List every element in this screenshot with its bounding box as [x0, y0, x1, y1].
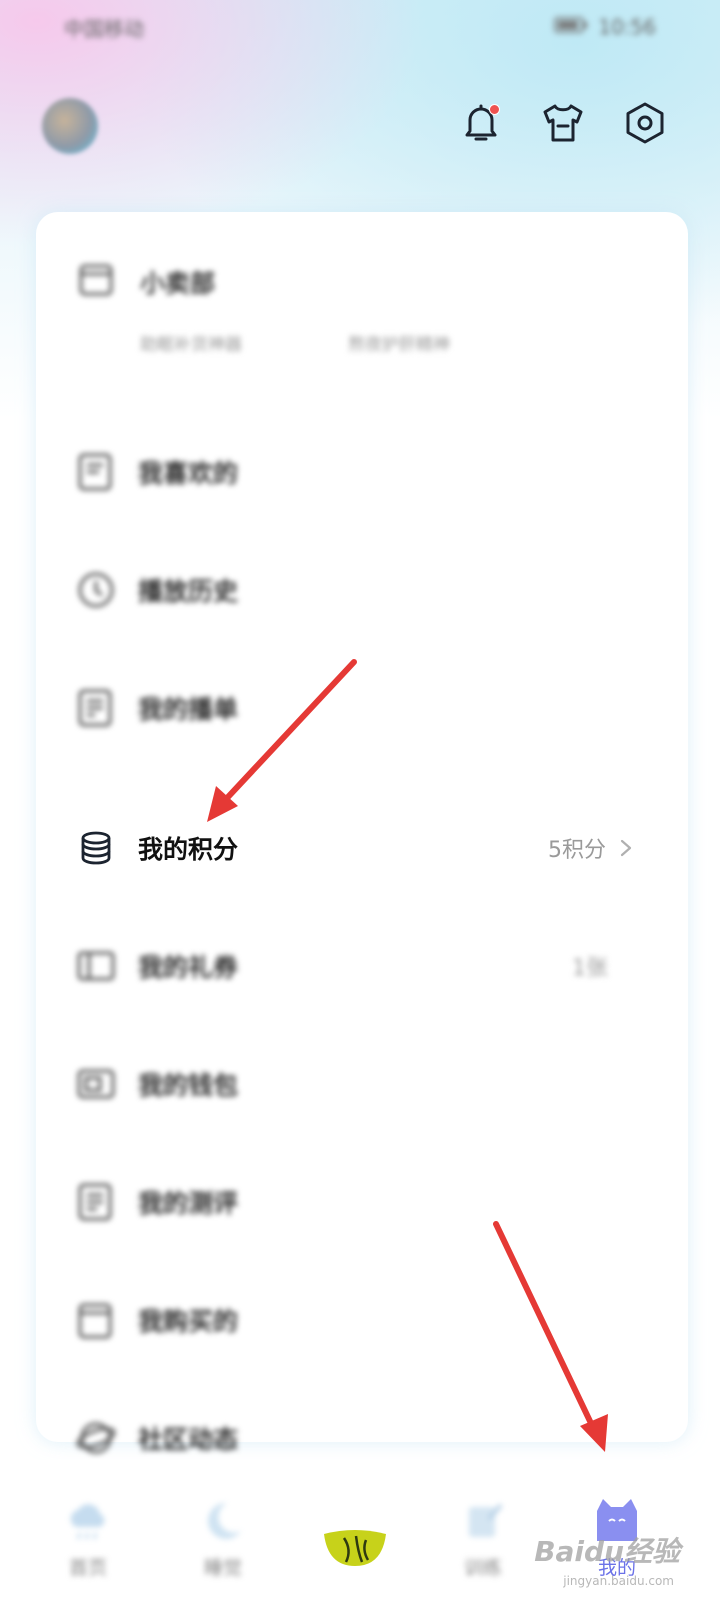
menu-item-favorites[interactable]: 我喜欢的	[76, 442, 636, 502]
watermark-url: jingyan.baidu.com	[563, 1574, 674, 1588]
assessment-icon	[76, 1182, 116, 1222]
nav-center-play[interactable]	[310, 1528, 400, 1572]
settings-icon[interactable]	[622, 98, 668, 148]
bell-icon[interactable]	[458, 98, 504, 148]
purchased-icon	[76, 1300, 116, 1340]
shop-icon	[76, 260, 116, 304]
menu-item-label: 我的积分	[138, 835, 239, 864]
coupon-count: 1张	[572, 956, 608, 981]
heart-list-icon	[76, 452, 116, 492]
nav-label: 训练	[463, 1557, 502, 1579]
menu-item-label: 我喜欢的	[138, 459, 239, 488]
menu-item-playlist[interactable]: 我的播单	[76, 678, 636, 738]
menu-item-label: 我的播单	[138, 695, 239, 724]
menu-item-points[interactable]: 我的积分 5积分	[76, 818, 636, 878]
tshirt-icon[interactable]	[540, 98, 586, 148]
menu-item-coupons[interactable]: 我的礼券 1张	[76, 936, 636, 996]
menu-item-label: 社区动态	[138, 1425, 239, 1454]
profile-screen: 中国移动 10:56 小卖部 助眠补货神器 熬夜护肝精神 我喜欢的 播放历史 我…	[0, 0, 720, 1600]
status-bar: 中国移动 10:56	[64, 10, 656, 44]
menu-item-community[interactable]: 社区动态	[76, 1408, 636, 1468]
clock-icon	[76, 570, 116, 610]
playlist-icon	[76, 688, 116, 728]
menu-item-label: 我购买的	[138, 1307, 239, 1336]
menu-card: 小卖部 助眠补货神器 熬夜护肝精神 我喜欢的 播放历史 我的播单 我的积分 5积…	[36, 212, 688, 1454]
coins-icon	[76, 828, 116, 868]
nav-label: 睡觉	[203, 1557, 242, 1579]
menu-item-label: 我的测评	[138, 1189, 239, 1218]
menu-item-purchased[interactable]: 我购买的	[76, 1290, 636, 1350]
notification-dot	[489, 104, 500, 115]
wallet-icon	[76, 1064, 116, 1104]
moon-icon	[199, 1499, 247, 1547]
menu-item-wallet[interactable]: 我的钱包	[76, 1054, 636, 1114]
clock-time: 10:56	[598, 15, 656, 39]
watermark-logo: Baidu经验	[534, 1535, 680, 1568]
header-actions	[458, 98, 668, 148]
user-avatar[interactable]	[42, 98, 98, 154]
center-play-icon	[322, 1528, 388, 1572]
training-icon	[459, 1499, 507, 1547]
coupon-icon	[76, 946, 116, 986]
menu-item-assessment[interactable]: 我的测评	[76, 1172, 636, 1232]
points-value: 5积分	[548, 838, 606, 863]
battery-icon	[554, 15, 588, 39]
menu-item-history[interactable]: 播放历史	[76, 560, 636, 620]
shop-sub-left[interactable]: 助眠补货神器	[140, 330, 242, 355]
home-cloud-icon	[64, 1499, 112, 1547]
nav-label: 首页	[68, 1557, 107, 1579]
menu-item-label: 我的钱包	[138, 1071, 239, 1100]
shop-sub-right[interactable]: 熬夜护肝精神	[348, 330, 450, 355]
nav-sleep[interactable]: 睡觉	[178, 1499, 268, 1580]
community-icon	[76, 1418, 116, 1458]
nav-training[interactable]: 训练	[438, 1499, 528, 1580]
nav-home[interactable]: 首页	[43, 1499, 133, 1580]
chevron-right-icon	[616, 838, 636, 858]
shop-label: 小卖部	[140, 269, 216, 298]
shop-entry[interactable]: 小卖部	[76, 260, 215, 304]
menu-item-label: 我的礼券	[138, 953, 239, 982]
carrier-label: 中国移动	[64, 16, 144, 41]
menu-item-label: 播放历史	[138, 577, 239, 606]
